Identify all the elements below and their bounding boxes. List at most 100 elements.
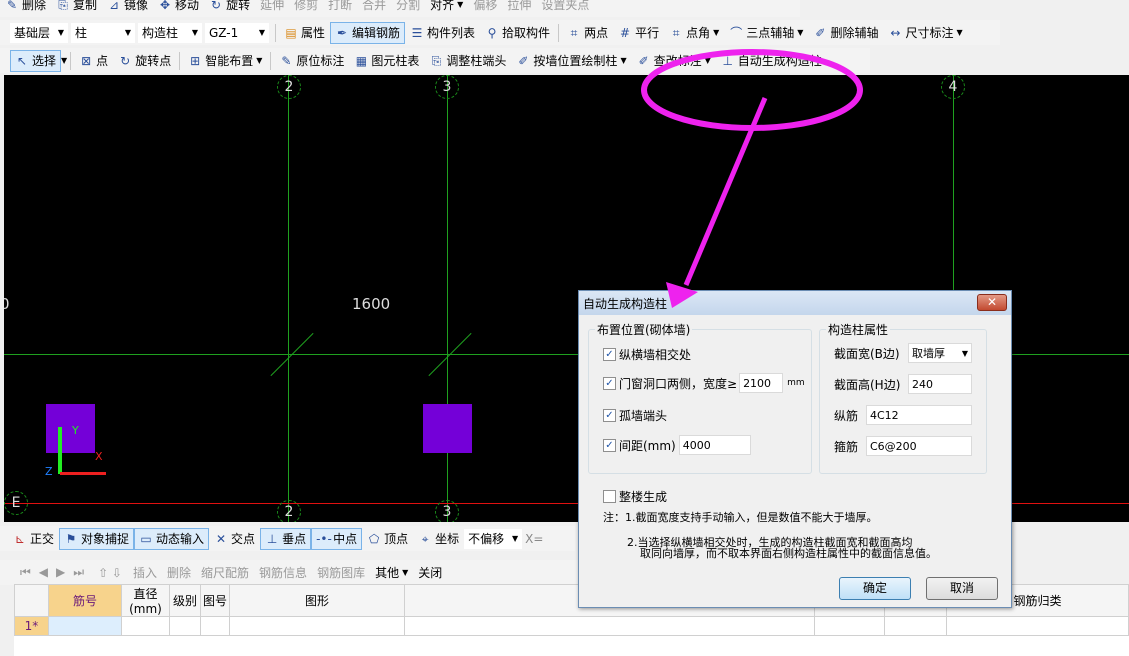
axis-label-top: 3 [435,75,459,99]
grip-button[interactable]: 设置夹点 [536,0,594,16]
move-arrows[interactable]: ⇧ ⇩ [98,566,122,580]
nav-arrows[interactable]: ⏮◀▶⏭ [20,565,92,580]
list-icon: ☰ [411,25,423,40]
midpoint-snap[interactable]: -•- 中点 [311,527,363,550]
delete-axis-button[interactable]: ✐ 删除辅轴 [808,22,883,44]
ok-button[interactable]: 确定 [839,577,911,600]
cell[interactable] [946,616,1129,636]
move-button[interactable]: ✥ 移动 [153,0,204,16]
floor-select[interactable]: 基础层 ▼ [10,22,68,43]
col-header[interactable]: 级别 [169,584,201,617]
smart-layout-button[interactable]: ⊞ 智能布置 ▼ [183,50,267,72]
rotate-button[interactable]: ↻ 旋转 [204,0,255,16]
width-select[interactable]: 取墙厚 ▼ [908,343,972,363]
dimension-button[interactable]: ↔ 尺寸标注 ▼ [883,22,967,44]
column-table-button[interactable]: ▦ 图元柱表 [349,50,424,72]
trim-button[interactable]: 修剪 [289,0,323,16]
rebar-library-button[interactable]: 钢筋图库 [312,562,370,584]
cell[interactable] [169,616,201,636]
column-element[interactable] [46,404,95,453]
wall-end-checkbox[interactable]: ✓ 孤墙端头 [603,407,667,424]
cancel-button[interactable]: 取消 [926,577,998,600]
cursor-icon: ↖ [16,53,28,68]
cell[interactable] [200,616,230,636]
close-icon[interactable]: ✕ [977,294,1007,311]
split-button[interactable]: 分割 [391,0,425,16]
intersection-checkbox[interactable]: ✓ 纵横墙相交处 [603,346,691,363]
break-button[interactable]: 打断 [323,0,357,16]
two-point-axis-button[interactable]: ⌗ 两点 [562,22,613,44]
check-annotation-button[interactable]: ✐ 查改标注 ▼ [632,50,716,72]
opening-checkbox[interactable]: ✓ 门窗洞口两侧，宽度≥ 2100 mm [603,373,805,393]
point-button[interactable]: ⊠ 点 [74,50,113,72]
col-header[interactable]: 筋号 [48,584,122,617]
table-row[interactable]: 1* [14,616,1129,636]
cell[interactable] [121,616,170,636]
checkbox-unchecked-icon [603,490,616,503]
name-select[interactable]: GZ-1 ▼ [205,22,269,43]
cell[interactable] [48,616,122,636]
adjust-column-end-button[interactable]: ⎘ 调整柱端头 [424,50,511,72]
stirrup-input[interactable]: C6@200 [866,436,972,456]
component-toolbar: 基础层 ▼ 柱 ▼ 构造柱 ▼ GZ-1 ▼ ▤ 属性 ✒ 编辑钢筋 ☰ 构件列表 ⚲ 拾取构件… [0,20,1000,45]
cell[interactable] [229,616,405,636]
annotate-icon: ✎ [281,53,292,68]
axis-label-left: E [4,491,28,515]
rebar-info-button[interactable]: 钢筋信息 [254,562,312,584]
stretch-button[interactable]: 拉伸 [502,0,536,16]
edit-rebar-button[interactable]: ✒ 编辑钢筋 [330,21,406,44]
properties-button[interactable]: ▤ 属性 [279,22,330,44]
parallel-axis-button[interactable]: # 平行 [613,22,664,44]
column-element[interactable] [423,404,472,453]
align-button[interactable]: 对齐 ▼ [425,0,468,16]
ortho-toggle[interactable]: ⊾ 正交 [8,528,59,550]
copy-button[interactable]: ⎘ 复制 [51,0,102,16]
intersection-snap[interactable]: ✕ 交点 [209,528,260,550]
spacing-checkbox[interactable]: ✓ 间距(mm) 4000 [603,435,751,455]
input-icon: ▭ [140,531,152,546]
merge-button[interactable]: 合并 [357,0,391,16]
extend-button[interactable]: 延伸 [255,0,289,16]
subtype-select[interactable]: 构造柱 ▼ [138,22,202,43]
dialog-title: 自动生成构造柱 [579,291,1011,315]
long-rebar-input[interactable]: 4C12 [866,405,972,425]
other-menu[interactable]: 其他 ▼ [370,562,413,584]
copy-icon: ⎘ [58,0,68,12]
opening-width-input[interactable]: 2100 [739,373,784,393]
close-button[interactable]: 关闭 [413,562,447,584]
component-list-button[interactable]: ☰ 构件列表 [405,22,480,44]
midpoint-icon: -•- [316,531,332,546]
type-select[interactable]: 柱 ▼ [71,22,135,43]
cell[interactable] [884,616,947,636]
draw-by-wall-button[interactable]: ✐ 按墙位置绘制柱 ▼ [511,50,631,72]
dynamic-input-toggle[interactable]: ▭ 动态输入 [134,527,210,550]
pick-component-button[interactable]: ⚲ 拾取构件 [480,22,555,44]
three-point-axis-button[interactable]: ⌒ 三点辅轴 ▼ [724,22,808,44]
height-input[interactable]: 240 [908,374,972,394]
scale-rebar-button[interactable]: 缩尺配筋 [196,562,254,584]
coordinate-snap[interactable]: ⌖ 坐标 [413,528,464,550]
spacing-input[interactable]: 4000 [678,435,751,455]
mirror-button[interactable]: ⊿ 镜像 [102,0,153,16]
in-place-annotate-button[interactable]: ✎ 原位标注 [274,50,349,72]
select-button[interactable]: ↖ 选择 [10,49,62,72]
cell[interactable] [814,616,885,636]
vertex-snap[interactable]: ⬠ 顶点 [362,528,413,550]
col-header[interactable]: 直径(mm) [121,584,170,617]
delete-button[interactable]: ✎ 删除 [0,0,51,16]
offset-select[interactable]: 不偏移 ▼ [464,528,523,549]
grid-icon: ⊞ [190,53,201,68]
col-header[interactable]: 图号 [200,584,230,617]
insert-button[interactable]: 插入 [128,562,162,584]
offset-button[interactable]: 偏移 [468,0,502,16]
rotate-point-button[interactable]: ↻ 旋转点 [113,50,176,72]
col-header[interactable]: 图形 [229,584,405,617]
delete-row-button[interactable]: 删除 [162,562,196,584]
auto-generate-column-button[interactable]: ⊥ 自动生成构造柱 [716,50,827,72]
note-1: 注：1.截面宽度支持手动输入，但是数值不能大于墙厚。 [603,511,878,524]
perpendicular-snap[interactable]: ⊥ 垂点 [260,527,312,550]
object-snap-toggle[interactable]: ⚑ 对象捕捉 [59,527,135,550]
cell[interactable] [404,616,815,636]
whole-building-checkbox[interactable]: 整楼生成 [603,488,667,505]
point-angle-button[interactable]: ⌗ 点角 ▼ [664,22,724,44]
